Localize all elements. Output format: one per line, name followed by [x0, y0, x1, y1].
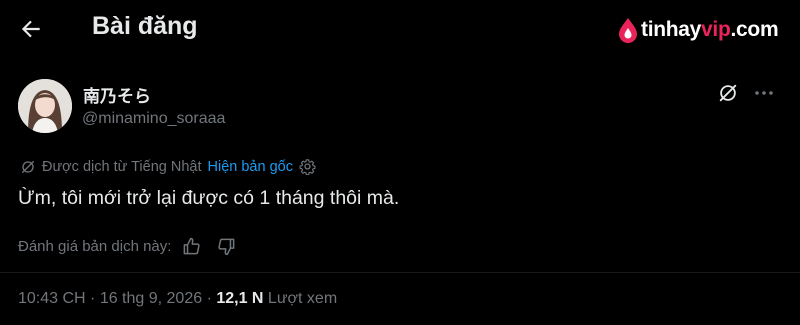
translated-from-label: Được dịch từ Tiếng Nhật — [42, 158, 202, 175]
more-horizontal-icon[interactable] — [752, 82, 776, 104]
flame-icon — [619, 18, 637, 43]
avatar[interactable] — [18, 79, 72, 133]
page-title: Bài đăng — [92, 12, 198, 40]
post-time[interactable]: 10:43 CH — [18, 290, 86, 308]
show-original-link[interactable]: Hiện bản gốc — [208, 159, 293, 175]
separator: · — [202, 290, 217, 307]
translation-notice: Được dịch từ Tiếng Nhật Hiện bản gốc — [20, 158, 316, 175]
translation-rating: Đánh giá bản dịch này: — [18, 237, 236, 256]
divider — [0, 272, 800, 273]
watermark-text: tinhayvip.com — [641, 18, 779, 41]
views-label: Lượt xem — [263, 290, 338, 307]
grok-icon[interactable] — [717, 82, 739, 104]
views-count: 12,1 N — [216, 290, 264, 307]
author-display-name[interactable]: 南乃そら — [83, 82, 151, 107]
post-text: Ừm, tôi mới trở lại được có 1 tháng thôi… — [18, 187, 400, 209]
post-date[interactable]: 16 thg 9, 2026 — [100, 290, 202, 308]
back-arrow-icon[interactable] — [18, 16, 44, 42]
separator: · — [85, 290, 100, 307]
gear-icon[interactable] — [299, 158, 316, 175]
post-meta: 10:43 CH · 16 thg 9, 2026 · 12,1 N Lượt … — [18, 290, 337, 308]
thumbs-up-icon[interactable] — [182, 237, 201, 256]
watermark-logo: tinhayvip.com — [617, 14, 782, 46]
author-handle[interactable]: @minamino_soraaa — [82, 110, 225, 128]
grok-translate-icon — [22, 160, 34, 173]
thumbs-down-icon[interactable] — [217, 237, 236, 256]
rating-prompt: Đánh giá bản dịch này: — [18, 238, 172, 255]
